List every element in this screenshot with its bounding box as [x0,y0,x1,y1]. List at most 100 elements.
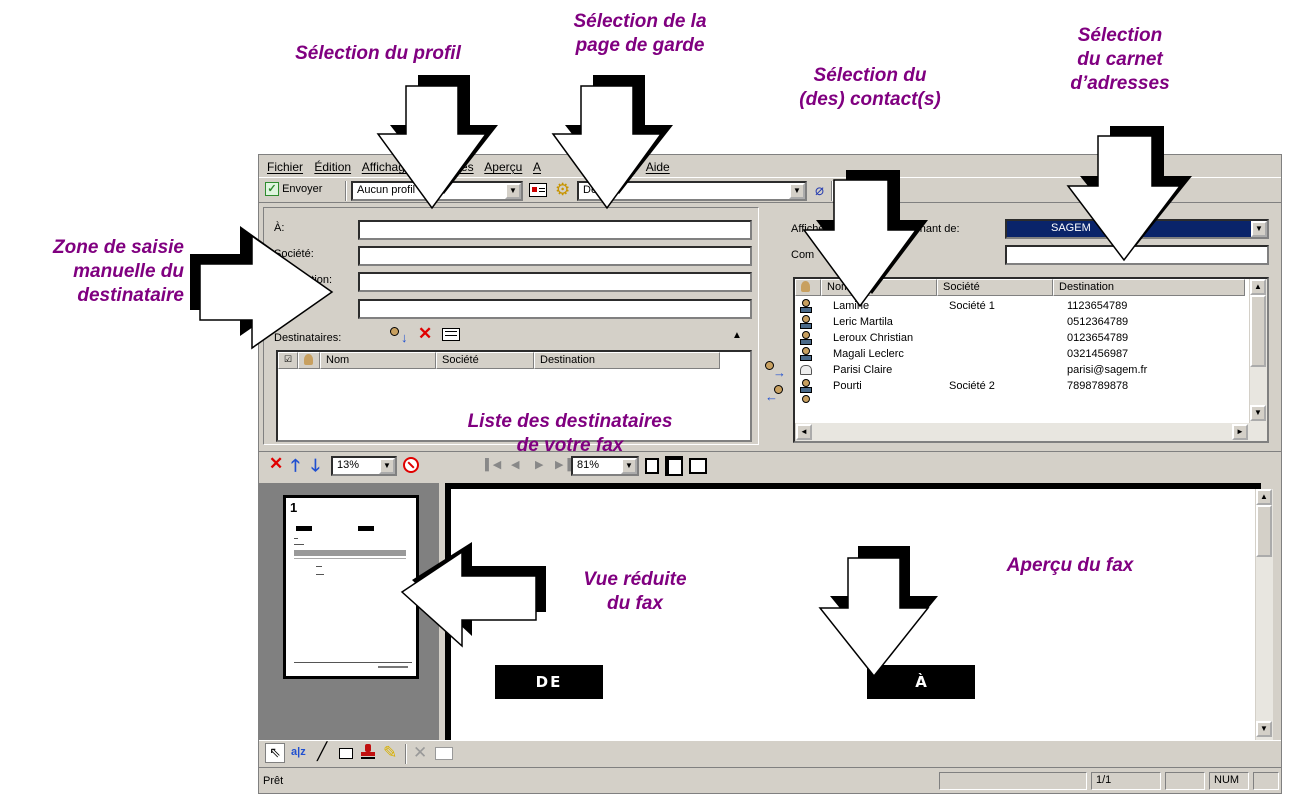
contact-row[interactable]: Magali Leclerc 0321456987 [799,347,1239,363]
contact-row[interactable]: Leroux Christian 0123654789 [799,331,1239,347]
contacts-list[interactable]: Nom Société Destination Lamine Société 1… [793,277,1269,443]
scroll-left-icon[interactable]: ◄ [796,424,812,440]
send-button[interactable]: ✓ Envoyer [265,182,322,196]
chevron-down-icon[interactable]: ▼ [1251,221,1267,237]
menu-aide[interactable]: Aide [646,160,670,174]
move-down-icon[interactable]: 🡓 [311,453,320,482]
mail-icon [799,363,813,378]
delete-page-icon[interactable]: ✕ [269,454,283,474]
callout-apercu: Aperçu du fax [1006,555,1134,576]
contacts-col-company[interactable]: Société [937,279,1053,296]
company-label: Société: [274,248,314,260]
contacts-vertical-scrollbar[interactable]: ▲ ▼ [1249,279,1267,423]
page-landscape-icon[interactable] [689,458,707,474]
callout-contacts: Sélection du (des) contact(s) [799,65,941,110]
callout-vue-reduite: Vue réduite du fax [583,569,687,614]
cover-page-select[interactable]: De ▼ [577,181,807,201]
move-up-icon[interactable]: 🡑 [291,453,300,482]
add-recipient-icon[interactable]: ↓ [390,326,412,345]
document-icon[interactable] [839,183,853,198]
person-icon [801,281,810,292]
preview-vertical-scrollbar[interactable]: ▲ ▼ [1255,489,1273,740]
to-field[interactable] [358,220,752,240]
next-page-icon[interactable]: ▶ [535,458,543,471]
destination-field[interactable] [358,272,752,292]
thumbnail-page-number: 1 [290,500,298,515]
menu-fichier[interactable]: Fichier [267,160,303,174]
scroll-thumb[interactable] [1256,505,1272,557]
chevron-down-icon[interactable]: ▼ [505,183,521,199]
scroll-down-icon[interactable]: ▼ [1250,405,1266,421]
first-page-icon[interactable]: ▌◀ [485,458,501,471]
contact-row-partial[interactable] [799,395,1239,403]
menu-a[interactable]: A [533,160,541,174]
highlighter-tool-icon[interactable]: ✎ [383,743,397,763]
contact-row[interactable]: Lamine Société 1 1123654789 [799,299,1239,315]
recipients-col-destination[interactable]: Destination [534,352,720,369]
menu-apercu[interactable]: Aperçu [484,160,522,174]
contact-name: Leric Martila [833,316,893,328]
last-page-icon[interactable]: ▶▐ [555,458,571,471]
settings-gear-icon[interactable]: ⚙ [555,180,570,200]
recipient-card-icon[interactable] [442,328,460,341]
delete-shape-icon[interactable]: ✕ [413,743,427,763]
contact-row[interactable]: Leric Martila 0512364789 [799,315,1239,331]
pointer-tool-icon[interactable]: ⇖ [265,743,285,763]
scroll-up-icon[interactable]: ▲ [1256,489,1272,505]
chevron-down-icon[interactable]: ▼ [621,458,637,474]
send-label: Envoyer [282,182,323,195]
status-text: Prêt [263,775,284,787]
callout-zone-saisie: Zone de saisie manuelle du destinataire [53,237,184,306]
comment-field[interactable] [1005,245,1269,265]
text-tool-icon[interactable]: a|z [291,746,306,758]
rectangle-tool-icon[interactable] [339,748,353,759]
stamp-tool-icon[interactable] [361,744,375,762]
status-page: 1/1 [1091,772,1161,790]
add-to-recipients-icon[interactable]: → [765,361,786,380]
prev-page-icon[interactable]: ◀ [511,458,519,471]
menu-affichage[interactable]: Affichage [362,160,412,174]
from-box: DE [495,665,603,699]
recipients-col-name[interactable]: Nom [320,352,436,369]
contact-row[interactable]: Pourti Société 2 7898789878 [799,379,1239,395]
page-portrait-icon[interactable] [645,458,659,474]
attachment-icon[interactable]: ⌀ [815,181,824,199]
no-entry-icon[interactable] [403,457,419,473]
to-box: À [867,665,975,699]
delete-recipient-icon[interactable]: ✕ [418,324,432,344]
thumb-zoom-select[interactable]: 13% ▼ [331,456,397,476]
scroll-right-icon[interactable]: ► [1232,424,1248,440]
line-tool-icon[interactable]: ╱ [317,742,327,762]
contacts-icon-header[interactable] [795,279,821,296]
chevron-down-icon[interactable]: ▼ [379,458,395,474]
profile-select[interactable]: Aucun profil ▼ [351,181,523,201]
recipients-col-company[interactable]: Société [436,352,534,369]
contacts-horizontal-scrollbar[interactable]: ◄ ► [795,423,1267,441]
page-zoom-select[interactable]: 81% ▼ [571,456,639,476]
card-icon[interactable] [529,183,547,197]
menu-edition[interactable]: Édition [314,160,351,174]
menu-outils[interactable]: Outils [604,160,635,174]
scroll-thumb[interactable] [1250,295,1266,367]
recipients-icon-header[interactable] [298,352,320,369]
page-thumbnail[interactable]: 1 [283,495,419,679]
page-fit-icon[interactable] [665,456,683,476]
subject-field[interactable] [358,299,752,319]
contacts-col-name[interactable]: Nom [821,279,937,296]
company-field[interactable] [358,246,752,266]
remove-from-recipients-icon[interactable]: ← [765,385,785,404]
scroll-up-icon[interactable]: ▲ [1250,279,1266,295]
contact-row[interactable]: Parisi Claire parisi@sagem.fr [799,363,1239,379]
menu-produites[interactable]: Produites [423,160,474,174]
contact-destination: 0321456987 [1067,348,1129,360]
chevron-down-icon[interactable]: ▼ [789,183,805,199]
properties-icon[interactable] [435,747,453,760]
contacts-col-destination[interactable]: Destination [1053,279,1245,296]
address-book-select[interactable]: SAGEM ▼ [1005,219,1269,239]
profile-value: Aucun profil [357,184,416,196]
status-panel [939,772,1087,790]
scroll-down-icon[interactable]: ▼ [1256,721,1272,737]
person-icon [799,315,813,330]
collapse-triangle-icon[interactable]: ▲ [732,330,742,341]
recipients-check-header[interactable]: ☑ [278,352,298,369]
